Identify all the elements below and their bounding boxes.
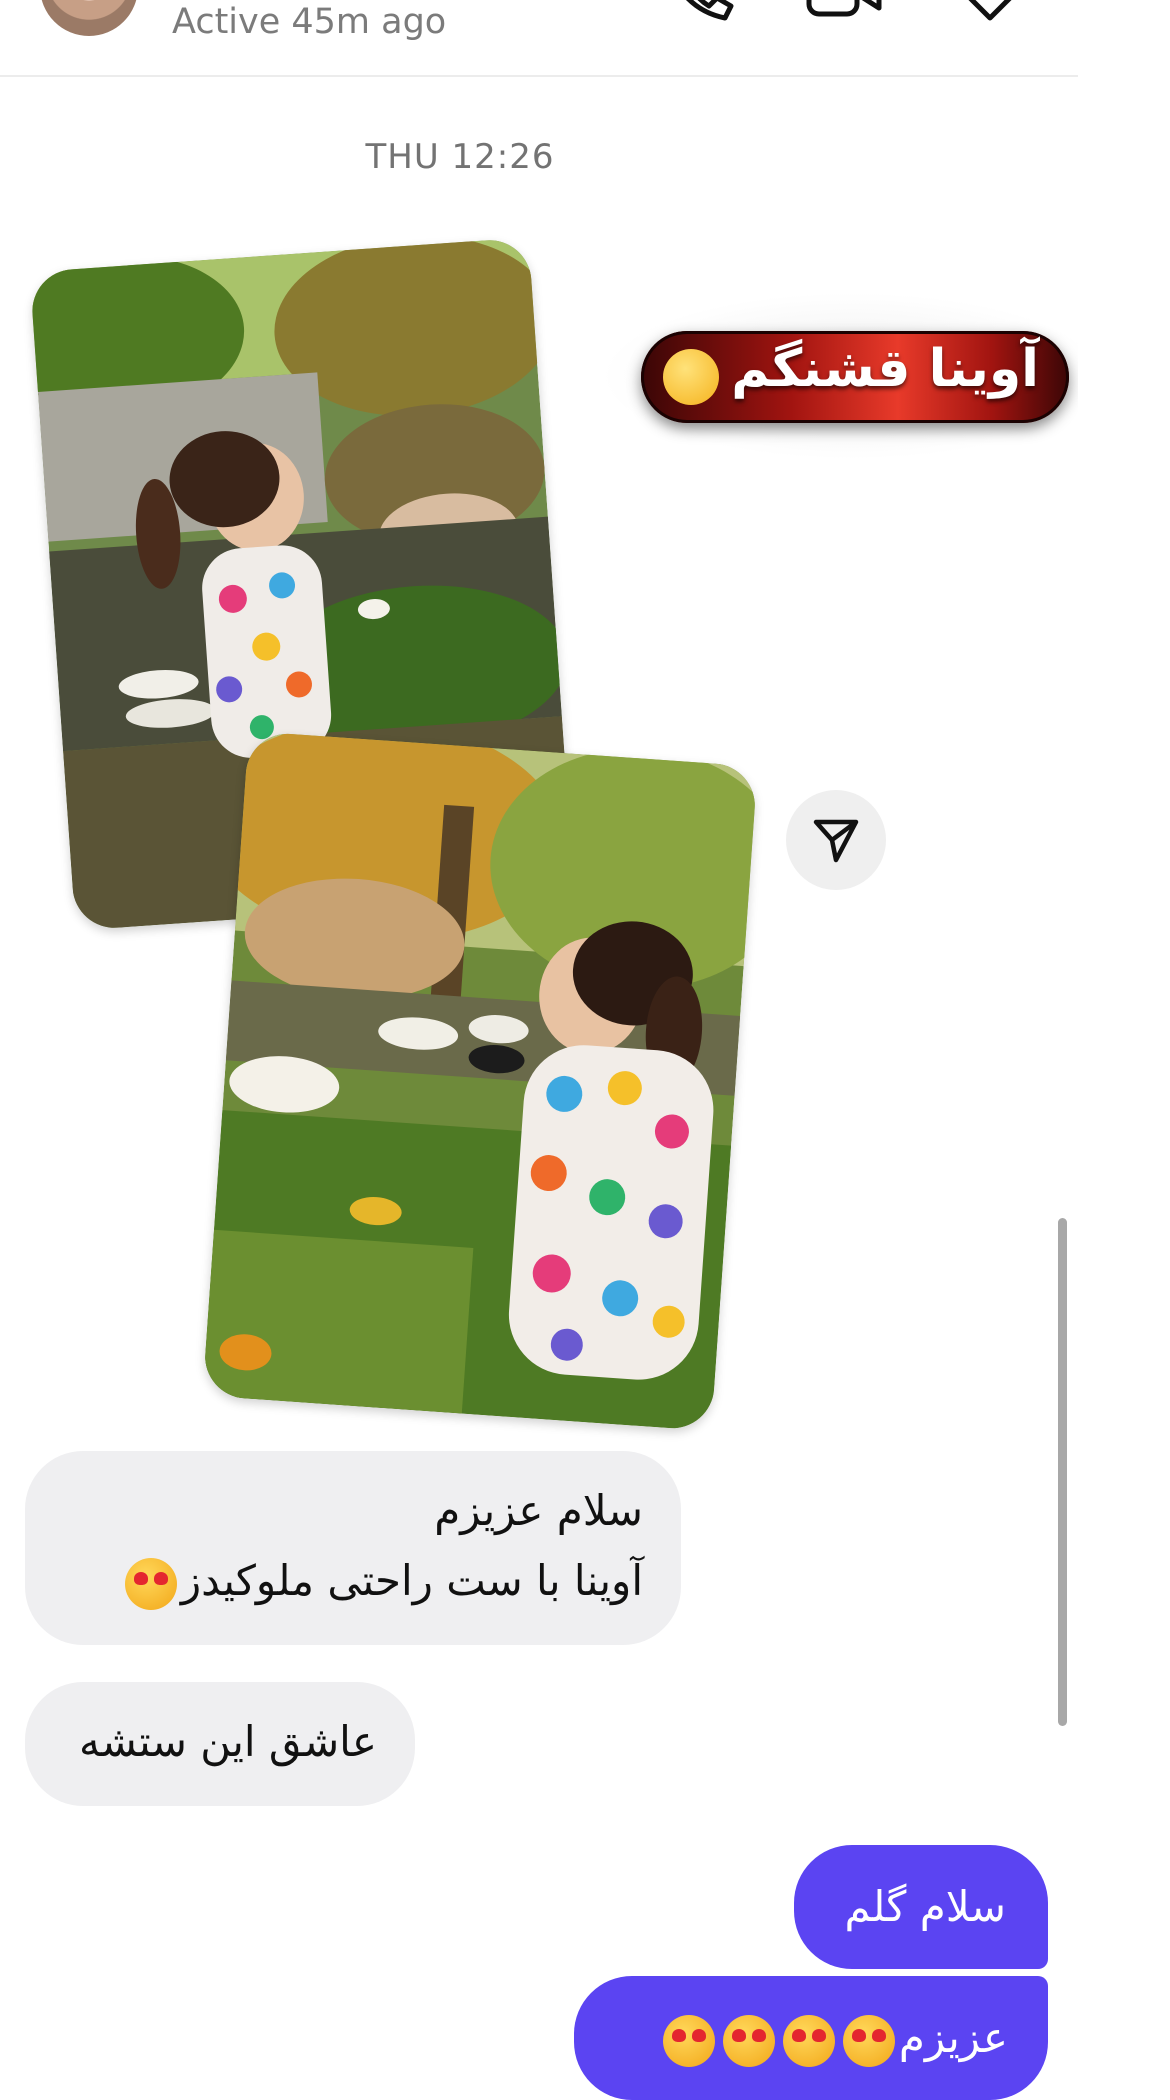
share-button[interactable] — [786, 790, 886, 890]
outgoing-message-2[interactable]: عزیزم — [574, 1976, 1048, 2100]
paper-plane-icon — [813, 819, 859, 863]
heart-eyes-emoji-icon — [782, 2014, 835, 2067]
scrollbar[interactable] — [1058, 1218, 1067, 1726]
message-line: عزیزم — [659, 2004, 1008, 2072]
margin-strip — [1078, 0, 1170, 2080]
tag-icon[interactable] — [950, 0, 1022, 22]
name-sticker[interactable]: آوینا قشنگم — [641, 331, 1069, 423]
phone-icon[interactable] — [665, 0, 735, 22]
message-line: سلام عزیزم — [434, 1486, 643, 1535]
sticker-text: آوینا قشنگم — [731, 339, 1039, 399]
incoming-message-1[interactable]: سلام عزیزم آوینا با ست راحتی ملوکیدز — [25, 1451, 681, 1645]
active-status: Active 45m ago — [172, 2, 447, 42]
heart-eyes-emoji-icon — [662, 2014, 715, 2067]
message-line: سلام گلم — [844, 1882, 1006, 1931]
chat-header: Active 45m ago — [0, 0, 1078, 77]
heart-eyes-emoji-icon — [124, 1557, 177, 1610]
smiling-face-with-hearts-icon — [663, 349, 719, 405]
photo-girl-squatting — [202, 731, 758, 1431]
heart-eyes-emoji-icon — [842, 2014, 895, 2067]
outgoing-message-1[interactable]: سلام گلم — [794, 1845, 1048, 1969]
incoming-message-2[interactable]: عاشق این ستشه — [25, 1682, 415, 1806]
avatar[interactable] — [40, 0, 138, 36]
chat-screen: Active 45m ago THU 12:26 آوینا قشنگم سلا… — [0, 0, 1105, 2100]
message-timestamp: THU 12:26 — [365, 137, 555, 177]
heart-eyes-emoji-icon — [722, 2014, 775, 2067]
video-icon[interactable] — [805, 0, 883, 20]
shared-photo-2[interactable] — [202, 731, 758, 1431]
message-line: عاشق این ستشه — [79, 1717, 377, 1766]
message-line: آوینا با ست راحتی ملوکیدز — [121, 1547, 643, 1615]
